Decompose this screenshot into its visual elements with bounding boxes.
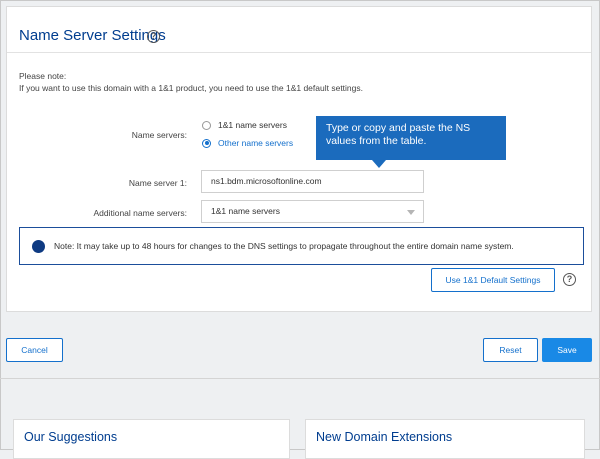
help-icon[interactable]: ? xyxy=(563,273,576,286)
help-icon[interactable]: ? xyxy=(147,30,160,43)
radio-unchecked-icon[interactable] xyxy=(202,120,211,130)
radio-checked-icon[interactable] xyxy=(202,138,211,148)
use-default-settings-button[interactable]: Use 1&1 Default Settings xyxy=(431,268,555,292)
additional-name-servers-select[interactable]: 1&1 name servers xyxy=(201,200,424,223)
dns-propagation-alert: Note: It may take up to 48 hours for cha… xyxy=(19,227,584,265)
reset-button[interactable]: Reset xyxy=(483,338,538,362)
alert-text: Note: It may take up to 48 hours for cha… xyxy=(54,241,514,251)
name-servers-label: Name servers: xyxy=(131,130,187,140)
card-header: Name Server Settings ? xyxy=(7,7,591,53)
suggestions-title: Our Suggestions xyxy=(24,430,118,444)
select-value: 1&1 name servers xyxy=(211,206,280,216)
domain-extensions-panel: New Domain Extensions xyxy=(305,419,585,459)
note-text: If you want to use this domain with a 1&… xyxy=(19,83,363,93)
additional-name-servers-label: Additional name servers: xyxy=(93,208,187,218)
save-button[interactable]: Save xyxy=(542,338,592,362)
name-server-settings-card: Name Server Settings ? Please note: If y… xyxy=(6,6,592,312)
info-dot-icon xyxy=(32,240,45,253)
section-divider xyxy=(0,378,600,379)
name-server-1-input[interactable]: ns1.bdm.microsoftonline.com xyxy=(201,170,424,193)
radio-1and1-name-servers[interactable]: 1&1 name servers xyxy=(202,120,287,130)
instruction-callout: Type or copy and paste the NS values fro… xyxy=(316,116,506,168)
suggestions-panel: Our Suggestions xyxy=(13,419,290,459)
radio-other-name-servers[interactable]: Other name servers xyxy=(202,138,293,148)
radio-label: 1&1 name servers xyxy=(218,120,287,130)
extensions-title: New Domain Extensions xyxy=(316,430,453,444)
chevron-down-icon xyxy=(407,210,415,215)
radio-label: Other name servers xyxy=(218,138,294,148)
cancel-button[interactable]: Cancel xyxy=(6,338,63,362)
note-heading: Please note: xyxy=(19,71,67,81)
name-server-1-label: Name server 1: xyxy=(128,178,187,188)
page-title: Name Server Settings xyxy=(19,27,166,44)
